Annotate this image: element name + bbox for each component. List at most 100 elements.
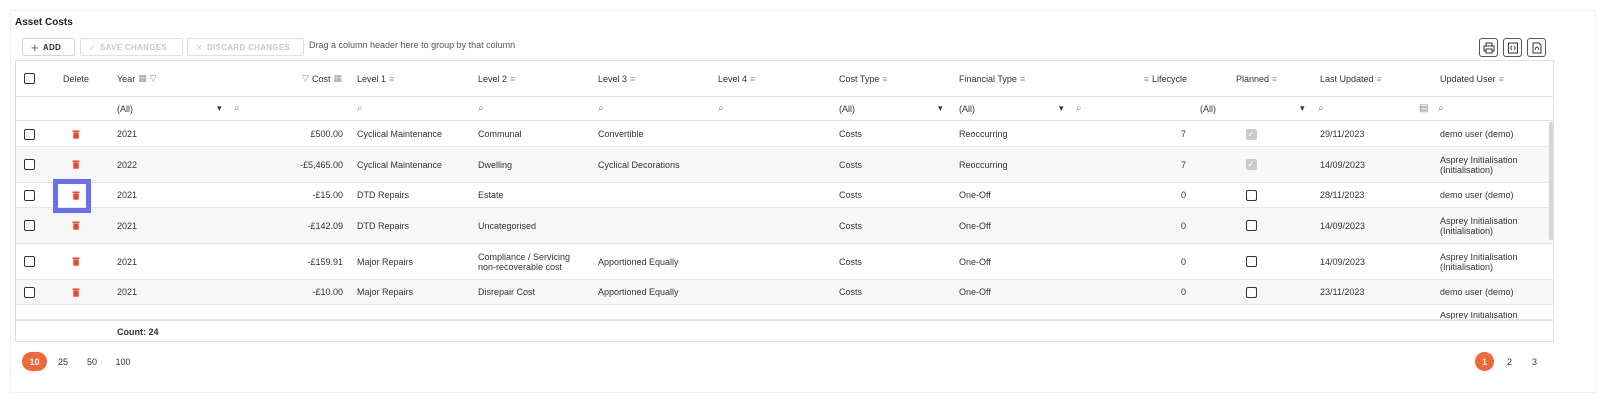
row-select-cell[interactable]	[16, 280, 42, 304]
cell-updated-user[interactable]: demo user (demo)	[1440, 122, 1550, 146]
planned-checkbox[interactable]	[1245, 256, 1257, 267]
cell-cost-type[interactable]: Costs	[839, 147, 954, 182]
trash-icon[interactable]	[72, 130, 80, 139]
page-2[interactable]: 2	[1500, 352, 1519, 371]
cell-level3[interactable]: Apportioned Equally	[598, 280, 713, 304]
cell-updated-user[interactable]: demo user (demo)	[1440, 280, 1550, 304]
row-select-cell[interactable]	[16, 122, 42, 146]
cell-level3[interactable]: Cyclical Decorations	[598, 147, 713, 182]
table-row[interactable]: 2021 -£159.91 Major Repairs Compliance / Se…	[16, 244, 1553, 280]
trash-icon[interactable]	[72, 288, 80, 297]
cell-level1[interactable]: Cyclical Maintenance	[357, 122, 472, 146]
cell-financial-type[interactable]: One-Off	[959, 280, 1074, 304]
header-level4[interactable]: Level 4 ≡	[718, 61, 828, 96]
cell-year[interactable]: 2021	[117, 122, 217, 146]
header-last-updated[interactable]: Last Updated ≡	[1320, 61, 1430, 96]
cell-lifecycle[interactable]: 0	[1116, 244, 1186, 279]
cell-lifecycle[interactable]: 0	[1116, 280, 1186, 304]
table-row[interactable]: 2021 -£142.09 DTD Repairs Uncategorised Cost…	[16, 208, 1553, 244]
header-level2[interactable]: Level 2 ≡	[478, 61, 588, 96]
cell-updated-user[interactable]: Asprey Initialisation (Initialisation)	[1440, 208, 1550, 243]
table-row[interactable]: 2021 -£15.00 DTD Repairs Estate Costs One-Off…	[16, 183, 1553, 208]
cell-financial-type[interactable]: Reoccurring	[959, 147, 1074, 182]
row-select-checkbox[interactable]	[23, 189, 35, 201]
cell-planned[interactable]: ✓	[1236, 122, 1266, 146]
cell-cost-type[interactable]: Costs	[839, 244, 954, 279]
cell-cost-type[interactable]: Costs	[839, 208, 954, 243]
page-3[interactable]: 3	[1525, 352, 1544, 371]
header-level3[interactable]: Level 3 ≡	[598, 61, 708, 96]
trash-icon[interactable]	[72, 160, 80, 169]
filter-icon[interactable]: ≡	[882, 74, 887, 84]
header-cost-type[interactable]: Cost Type ≡	[839, 61, 949, 96]
vertical-scrollbar[interactable]	[1549, 122, 1553, 240]
row-select-checkbox[interactable]	[23, 256, 35, 267]
header-cost[interactable]: ▽ Cost ▦	[286, 61, 342, 96]
cell-level1[interactable]: Cyclical Maintenance	[357, 147, 472, 182]
delete-button[interactable]	[52, 280, 100, 304]
row-select-checkbox[interactable]	[23, 220, 35, 231]
filter-icon[interactable]: ≡	[389, 74, 394, 84]
cell-financial-type[interactable]: Reoccurring	[959, 122, 1074, 146]
header-lifecycle[interactable]: ≡ Lifecycle	[1116, 61, 1187, 96]
print-icon[interactable]	[1479, 38, 1498, 57]
cell-planned[interactable]	[1236, 244, 1266, 279]
page-size-100[interactable]: 100	[110, 352, 136, 371]
cell-planned[interactable]: ✓	[1236, 147, 1266, 182]
select-all-checkbox[interactable]	[23, 73, 35, 84]
export-code-icon[interactable]	[1503, 38, 1522, 57]
search-icon[interactable]: ⌕	[234, 97, 246, 120]
cell-cost[interactable]: -£5,465.00	[246, 147, 343, 182]
trash-icon[interactable]	[72, 257, 80, 266]
cell-lifecycle[interactable]: 0	[1116, 208, 1186, 243]
filter-icon[interactable]: ▽	[302, 73, 309, 84]
discard-changes-button[interactable]: ✕ DISCARD CHANGES	[187, 38, 304, 56]
cell-level4[interactable]	[718, 280, 833, 304]
row-select-checkbox[interactable]	[23, 159, 35, 170]
cell-level1[interactable]: Major Repairs	[357, 244, 472, 279]
delete-button[interactable]	[52, 244, 100, 279]
financial-type-filter-select[interactable]: (All)	[959, 97, 1049, 120]
trash-icon[interactable]	[72, 221, 80, 230]
filter-icon[interactable]: ▽	[150, 73, 157, 84]
cell-cost[interactable]: -£10.00	[246, 280, 343, 304]
delete-button[interactable]	[52, 208, 100, 243]
planned-checkbox[interactable]	[1245, 189, 1257, 201]
row-select-cell[interactable]	[16, 208, 42, 243]
cell-cost-type[interactable]: Costs	[839, 183, 954, 207]
filter-icon[interactable]: ≡	[1020, 74, 1025, 84]
planned-checkbox[interactable]	[1245, 220, 1257, 231]
cell-planned[interactable]	[1236, 280, 1266, 304]
cell-level3[interactable]	[598, 183, 713, 207]
chevron-down-icon[interactable]: ▾	[1300, 97, 1310, 120]
cell-updated-user[interactable]: Asprey Initialisation (Initialisation)	[1440, 244, 1550, 279]
cell-level1[interactable]: DTD Repairs	[357, 208, 472, 243]
cell-level1[interactable]: DTD Repairs	[357, 183, 472, 207]
cell-financial-type[interactable]: One-Off	[959, 208, 1074, 243]
cell-last-updated[interactable]: 29/11/2023	[1320, 122, 1435, 146]
cell-level4[interactable]	[718, 183, 833, 207]
cost-type-filter-select[interactable]: (All)	[839, 97, 929, 120]
cell-financial-type[interactable]: One-Off	[959, 183, 1074, 207]
cell-level3[interactable]	[598, 208, 713, 243]
header-year[interactable]: Year ▦ ▽	[117, 61, 277, 96]
row-select-checkbox[interactable]	[23, 128, 35, 140]
cell-level4[interactable]	[718, 244, 833, 279]
row-select-cell[interactable]	[16, 183, 42, 207]
filter-icon[interactable]: ≡	[630, 74, 635, 84]
cell-cost-type[interactable]: Costs	[839, 280, 954, 304]
search-icon[interactable]: ⌕	[1076, 97, 1088, 120]
page-1[interactable]: 1	[1475, 352, 1494, 371]
cell-level2[interactable]: Disrepair Cost	[478, 280, 590, 304]
cell-lifecycle[interactable]: 0	[1116, 183, 1186, 207]
cell-level1[interactable]: Major Repairs	[357, 280, 472, 304]
table-row[interactable]: 2021 £500.00 Cyclical Maintenance Communal C…	[16, 122, 1553, 147]
cell-level2[interactable]: Dwelling	[478, 147, 590, 182]
filter-icon[interactable]: ≡	[1144, 74, 1149, 84]
planned-checkbox[interactable]	[1245, 286, 1257, 298]
search-icon[interactable]: ⌕	[1438, 97, 1450, 120]
cell-level3[interactable]: Apportioned Equally	[598, 244, 713, 279]
search-icon[interactable]: ⌕	[598, 97, 610, 120]
cell-level2[interactable]: Estate	[478, 183, 590, 207]
filter-icon[interactable]: ≡	[1272, 74, 1277, 84]
